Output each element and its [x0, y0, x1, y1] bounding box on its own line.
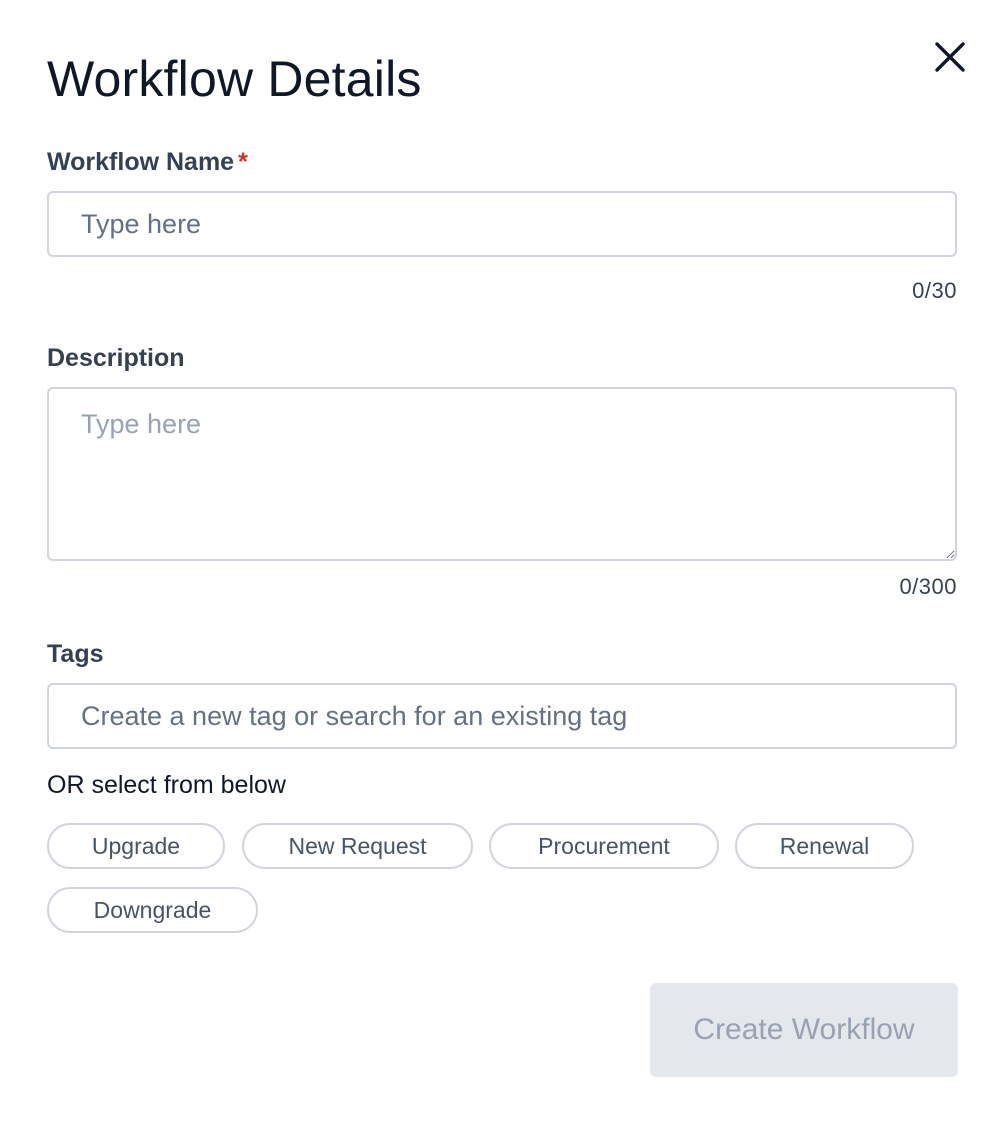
required-marker: *: [238, 148, 248, 176]
tag-search-input[interactable]: [47, 683, 957, 749]
description-input[interactable]: [47, 387, 957, 561]
tag-option-downgrade[interactable]: Downgrade: [47, 887, 258, 933]
workflow-name-label-text: Workflow Name: [47, 148, 235, 176]
workflow-name-counter: 0/30: [912, 278, 957, 303]
description-counter: 0/300: [899, 574, 957, 599]
tag-option-new-request[interactable]: New Request: [242, 823, 473, 869]
tags-label: Tags: [47, 640, 104, 668]
close-icon: [935, 42, 965, 72]
close-button[interactable]: [928, 36, 972, 80]
workflow-name-label: Workflow Name *: [47, 147, 248, 177]
description-label: Description: [47, 344, 185, 372]
or-select-text: OR select from below: [47, 771, 286, 799]
workflow-details-dialog: Workflow Details Workflow Name* 0/30 Des…: [0, 0, 1004, 1124]
tag-option-upgrade[interactable]: Upgrade: [47, 823, 225, 869]
dialog-title: Workflow Details: [47, 51, 422, 107]
workflow-name-input[interactable]: [47, 191, 957, 257]
create-workflow-button[interactable]: Create Workflow: [650, 983, 958, 1077]
tag-option-procurement[interactable]: Procurement: [489, 823, 719, 869]
tag-option-renewal[interactable]: Renewal: [735, 823, 914, 869]
